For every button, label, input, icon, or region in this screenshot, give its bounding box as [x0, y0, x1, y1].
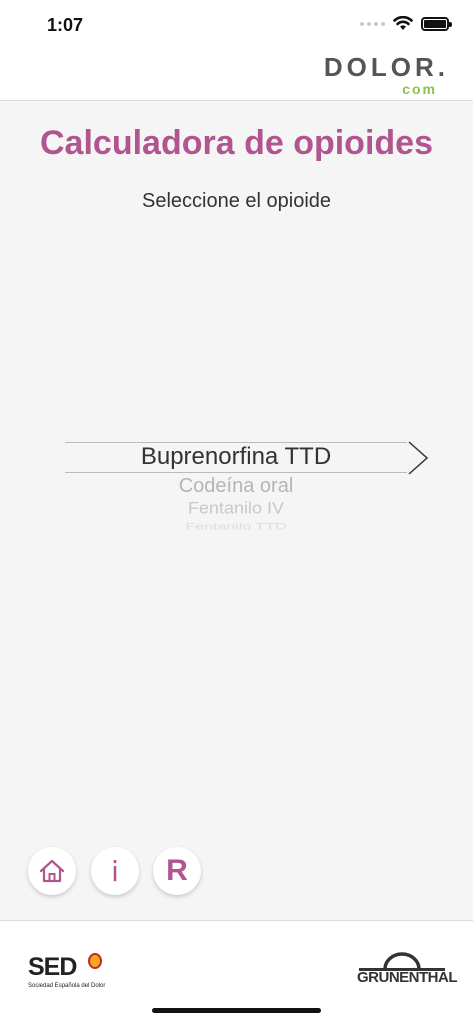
sed-logo-emblem-icon — [88, 953, 102, 969]
home-button[interactable] — [28, 847, 76, 895]
picker-selection-bottom-line — [65, 472, 407, 473]
info-button[interactable]: i — [91, 847, 139, 895]
top-bar: 1:07 DOLOR. com — [0, 0, 473, 101]
chevron-right-icon[interactable] — [407, 440, 429, 476]
cellular-signal-icon — [360, 21, 385, 26]
references-button[interactable]: R — [153, 847, 201, 895]
sed-logo-caption: Sociedad Española del Dolor — [28, 983, 106, 989]
battery-icon — [421, 16, 452, 31]
picker-option[interactable]: Fentanilo IV — [65, 499, 407, 518]
picker-option[interactable]: Codeína oral — [65, 475, 407, 498]
sed-logo[interactable]: SED Sociedad Española del Dolor — [28, 953, 105, 989]
status-icons — [360, 16, 452, 31]
dolor-logo[interactable]: DOLOR. com — [324, 52, 449, 97]
page-subtitle: Seleccione el opioide — [141, 190, 332, 212]
opioid-picker[interactable]: Buprenorfina TTD Codeína oral Fentanilo … — [65, 430, 429, 540]
grunenthal-logo-text: GRÜNENTHAL — [357, 969, 458, 986]
brand-domain: com — [402, 81, 437, 97]
wifi-icon — [393, 16, 413, 30]
home-indicator[interactable] — [152, 1008, 321, 1013]
home-icon — [39, 859, 65, 883]
info-label: i — [111, 854, 119, 888]
picker-option[interactable]: Fentanilo TTD — [65, 522, 407, 533]
grunenthal-logo[interactable]: GRÜNENTHAL — [357, 949, 458, 993]
references-label: R — [166, 854, 188, 887]
page-title: Calculadora de opioides — [40, 124, 433, 162]
status-time: 1:07 — [47, 15, 84, 35]
brand-name: DOLOR. — [323, 52, 449, 82]
picker-option-selected[interactable]: Buprenorfina TTD — [65, 443, 407, 471]
